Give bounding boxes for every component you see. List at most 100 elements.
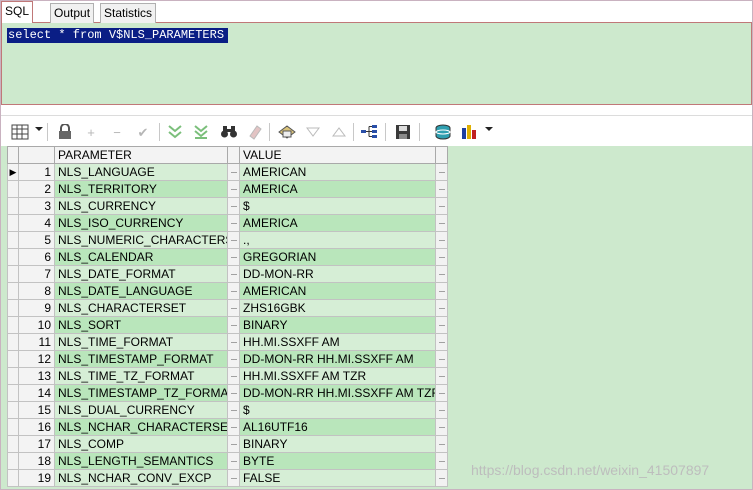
row-indicator[interactable] — [7, 435, 19, 453]
post-check-icon[interactable]: ✔ — [133, 122, 153, 142]
value-cell[interactable]: ., — [239, 231, 436, 249]
lock-icon[interactable] — [55, 122, 75, 142]
parameter-cell[interactable]: NLS_TIME_TZ_FORMAT — [54, 367, 228, 385]
parameter-cell[interactable]: NLS_NCHAR_CHARACTERSET — [54, 418, 228, 436]
clear-eraser-icon[interactable] — [245, 122, 265, 142]
parameter-cell[interactable]: NLS_LANGUAGE — [54, 163, 228, 181]
save-disk-icon[interactable] — [393, 122, 413, 142]
row-number[interactable]: 3 — [18, 197, 55, 215]
table-row[interactable]: 11 NLS_TIME_FORMAT ··· HH.MI.SSXFF AM ··· — [7, 333, 448, 351]
cell-editor-button[interactable]: ··· — [227, 265, 240, 283]
cell-editor-button[interactable]: ··· — [435, 367, 448, 385]
sql-statement[interactable]: select * from V$NLS_PARAMETERS — [7, 28, 229, 43]
parameter-cell[interactable]: NLS_CHARACTERSET — [54, 299, 228, 317]
row-indicator[interactable] — [7, 333, 19, 351]
value-cell[interactable]: HH.MI.SSXFF AM TZR — [239, 367, 436, 385]
cell-editor-button[interactable]: ··· — [435, 180, 448, 198]
table-row[interactable]: 14 NLS_TIMESTAMP_TZ_FORMAT ··· DD-MON-RR HH… — [7, 384, 448, 402]
value-cell[interactable]: BYTE — [239, 452, 436, 470]
export-database-icon[interactable] — [433, 122, 453, 142]
value-cell[interactable]: BINARY — [239, 435, 436, 453]
tab-statistics[interactable]: Statistics — [100, 3, 157, 23]
row-indicator[interactable] — [7, 299, 19, 317]
row-indicator[interactable] — [7, 401, 19, 419]
table-row[interactable]: 19 NLS_NCHAR_CONV_EXCP ··· FALSE ··· — [7, 469, 448, 487]
tree-view-icon[interactable] — [359, 122, 379, 142]
parameter-cell[interactable]: NLS_ISO_CURRENCY — [54, 214, 228, 232]
value-cell[interactable]: AMERICA — [239, 214, 436, 232]
cell-editor-button[interactable]: ··· — [227, 248, 240, 266]
delete-row-icon[interactable]: − — [107, 122, 127, 142]
cell-editor-button[interactable]: ··· — [435, 452, 448, 470]
row-number[interactable]: 12 — [18, 350, 55, 368]
row-number[interactable]: 13 — [18, 367, 55, 385]
cell-editor-button[interactable]: ··· — [435, 384, 448, 402]
row-indicator[interactable] — [7, 418, 19, 436]
cell-editor-button[interactable]: ··· — [227, 452, 240, 470]
table-row[interactable]: 12 NLS_TIMESTAMP_FORMAT ··· DD-MON-RR HH.MI… — [7, 350, 448, 368]
grid-view-dropdown-icon[interactable] — [35, 127, 43, 131]
value-cell[interactable]: FALSE — [239, 469, 436, 487]
table-row[interactable]: 4 NLS_ISO_CURRENCY ··· AMERICA ··· — [7, 214, 448, 232]
find-binoculars-icon[interactable] — [219, 122, 239, 142]
cell-editor-button[interactable]: ··· — [435, 333, 448, 351]
row-number[interactable]: 17 — [18, 435, 55, 453]
cell-editor-button[interactable]: ··· — [435, 231, 448, 249]
table-row[interactable]: 5 NLS_NUMERIC_CHARACTERS ···., ··· — [7, 231, 448, 249]
column-header-parameter[interactable]: PARAMETER — [54, 146, 228, 164]
table-row[interactable]: 8 NLS_DATE_LANGUAGE ··· AMERICAN ··· — [7, 282, 448, 300]
cell-editor-button[interactable]: ··· — [227, 418, 240, 436]
cell-editor-button[interactable]: ··· — [435, 282, 448, 300]
table-row[interactable]: 18 NLS_LENGTH_SEMANTICS ··· BYTE ··· — [7, 452, 448, 470]
cell-editor-button[interactable]: ··· — [227, 214, 240, 232]
cell-editor-button[interactable]: ··· — [227, 299, 240, 317]
table-row[interactable]: 7 NLS_DATE_FORMAT ··· DD-MON-RR ··· — [7, 265, 448, 283]
row-number[interactable]: 6 — [18, 248, 55, 266]
table-row[interactable]: 13 NLS_TIME_TZ_FORMAT ··· HH.MI.SSXFF AM TZ… — [7, 367, 448, 385]
row-number[interactable]: 14 — [18, 384, 55, 402]
row-number[interactable]: 8 — [18, 282, 55, 300]
cell-editor-button[interactable]: ··· — [227, 469, 240, 487]
row-indicator[interactable] — [7, 180, 19, 198]
cell-editor-button[interactable]: ··· — [435, 469, 448, 487]
add-row-icon[interactable]: + — [81, 122, 101, 142]
cell-editor-button[interactable]: ··· — [435, 265, 448, 283]
table-row[interactable]: ▶ 1 NLS_LANGUAGE ··· AMERICAN ··· — [7, 163, 448, 181]
parameter-cell[interactable]: NLS_CALENDAR — [54, 248, 228, 266]
pane-splitter[interactable] — [1, 106, 752, 116]
row-indicator[interactable] — [7, 265, 19, 283]
table-row[interactable]: 15 NLS_DUAL_CURRENCY ··· $ ··· — [7, 401, 448, 419]
row-indicator[interactable] — [7, 197, 19, 215]
table-row[interactable]: 9 NLS_CHARACTERSET ··· ZHS16GBK ··· — [7, 299, 448, 317]
parameter-cell[interactable]: NLS_LENGTH_SEMANTICS — [54, 452, 228, 470]
chart-bars-icon[interactable] — [459, 122, 479, 142]
row-indicator[interactable] — [7, 214, 19, 232]
parameter-cell[interactable]: NLS_TIME_FORMAT — [54, 333, 228, 351]
cell-editor-button[interactable]: ··· — [435, 197, 448, 215]
row-number[interactable]: 18 — [18, 452, 55, 470]
cell-editor-button[interactable]: ··· — [435, 299, 448, 317]
table-row[interactable]: 10 NLS_SORT ··· BINARY ··· — [7, 316, 448, 334]
grid-view-icon[interactable] — [10, 122, 30, 142]
row-indicator[interactable] — [7, 282, 19, 300]
row-indicator[interactable] — [7, 469, 19, 487]
cell-editor-button[interactable]: ··· — [435, 248, 448, 266]
table-row[interactable]: 3 NLS_CURRENCY ··· $ ··· — [7, 197, 448, 215]
value-cell[interactable]: AL16UTF16 — [239, 418, 436, 436]
row-indicator[interactable] — [7, 384, 19, 402]
value-cell[interactable]: DD-MON-RR HH.MI.SSXFF AM TZR — [239, 384, 436, 402]
cell-editor-button[interactable]: ··· — [435, 350, 448, 368]
parameter-cell[interactable]: NLS_COMP — [54, 435, 228, 453]
current-row-indicator-icon[interactable]: ▶ — [7, 163, 19, 181]
parameter-cell[interactable]: NLS_NUMERIC_CHARACTERS — [54, 231, 228, 249]
cell-editor-button[interactable]: ··· — [227, 180, 240, 198]
cell-editor-button[interactable]: ··· — [227, 384, 240, 402]
row-indicator[interactable] — [7, 452, 19, 470]
fetch-next-icon[interactable] — [165, 122, 185, 142]
value-cell[interactable]: HH.MI.SSXFF AM — [239, 333, 436, 351]
row-number[interactable]: 7 — [18, 265, 55, 283]
row-indicator[interactable] — [7, 367, 19, 385]
value-cell[interactable]: $ — [239, 401, 436, 419]
value-cell[interactable]: $ — [239, 197, 436, 215]
parameter-cell[interactable]: NLS_CURRENCY — [54, 197, 228, 215]
